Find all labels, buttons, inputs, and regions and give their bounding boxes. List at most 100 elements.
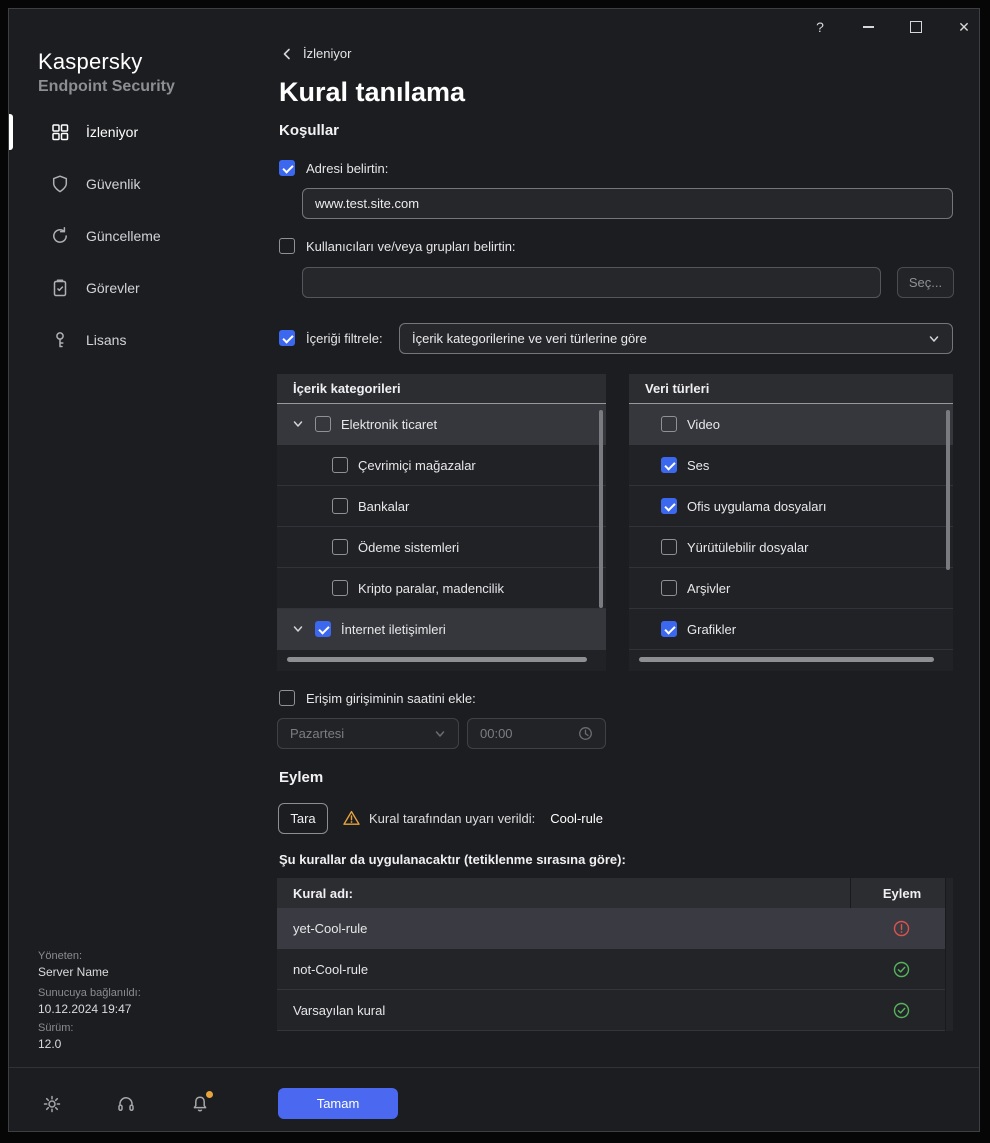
category-label: Çevrimiçi mağazalar	[358, 457, 476, 473]
rules-heading: Şu kurallar da uygulanacaktır (tetiklenm…	[279, 852, 626, 867]
filter-checkbox-row: İçeriği filtrele:	[279, 330, 383, 346]
filter-mode-dropdown[interactable]: İçerik kategorilerine ve veri türlerine …	[399, 323, 953, 354]
address-input[interactable]	[302, 188, 953, 219]
data-types-vertical-scrollbar[interactable]	[946, 410, 950, 570]
time-field[interactable]: 00:00	[467, 718, 606, 749]
dashboard-grid-icon	[52, 124, 69, 141]
datatype-row-video[interactable]: Video	[629, 404, 953, 445]
rule-row-varsayilan-kural[interactable]: Varsayılan kural	[277, 990, 953, 1031]
day-value: Pazartesi	[290, 726, 345, 741]
datatype-checkbox[interactable]	[661, 498, 677, 514]
users-checkbox[interactable]	[279, 238, 295, 254]
category-checkbox[interactable]	[332, 539, 348, 555]
category-row-kripto-paralar[interactable]: Kripto paralar, madencilik	[277, 568, 606, 609]
time-checkbox[interactable]	[279, 690, 295, 706]
expand-chevron-icon[interactable]	[291, 622, 305, 636]
breadcrumb[interactable]: İzleniyor	[281, 46, 351, 61]
support-button[interactable]	[115, 1093, 137, 1115]
category-label: Bankalar	[358, 498, 410, 514]
sidebar-item-label: Görevler	[86, 280, 140, 296]
datatype-checkbox[interactable]	[661, 416, 677, 432]
minimize-button[interactable]	[851, 13, 885, 41]
select-users-button[interactable]: Seç...	[897, 267, 954, 298]
tasks-icon	[53, 279, 67, 297]
brand-line2: Endpoint Security	[38, 78, 175, 95]
data-types-panel-header: Veri türleri	[629, 374, 953, 404]
users-label: Kullanıcıları ve/veya grupları belirtin:	[306, 238, 516, 254]
connected-label: Sunucuya bağlanıldı:	[38, 987, 141, 999]
category-row-cevrimici-magazalar[interactable]: Çevrimiçi mağazalar	[277, 445, 606, 486]
address-label: Adresi belirtin:	[306, 160, 389, 176]
maximize-button[interactable]	[899, 13, 933, 41]
version-label: Sürüm:	[38, 1022, 74, 1034]
datatype-checkbox[interactable]	[661, 621, 677, 637]
time-value: 00:00	[480, 726, 513, 741]
check-circle-icon	[893, 961, 910, 977]
categories-horizontal-scrollbar[interactable]	[287, 657, 587, 662]
users-input[interactable]	[302, 267, 881, 298]
key-icon	[56, 332, 64, 348]
category-checkbox[interactable]	[315, 621, 331, 637]
help-icon: ?	[816, 19, 824, 35]
address-checkbox[interactable]	[279, 160, 295, 176]
content-categories-panel: İçerik kategorileri Elektronik ticaret Ç…	[277, 374, 606, 671]
rule-name: not-Cool-rule	[293, 961, 369, 977]
scan-button[interactable]: Tara	[278, 803, 328, 834]
sidebar-item-guncelleme[interactable]: Güncelleme	[9, 216, 259, 256]
data-types-horizontal-scrollbar[interactable]	[639, 657, 934, 662]
sidebar-item-gorevler[interactable]: Görevler	[9, 268, 259, 308]
rule-row-not-cool-rule[interactable]: not-Cool-rule	[277, 949, 953, 990]
rules-table-scroll-gutter[interactable]	[945, 878, 953, 1031]
datatype-row-ofis-uygulama[interactable]: Ofis uygulama dosyaları	[629, 486, 953, 527]
gear-icon	[43, 1095, 61, 1113]
triggered-rule-name: Cool-rule	[550, 810, 603, 826]
datatype-label: Arşivler	[687, 580, 731, 596]
datatype-checkbox[interactable]	[661, 539, 677, 555]
category-label: Ödeme sistemleri	[358, 539, 460, 555]
datatype-row-arsivler[interactable]: Arşivler	[629, 568, 953, 609]
rule-row-yet-cool-rule[interactable]: yet-Cool-rule	[277, 908, 953, 949]
datatype-label: Grafikler	[687, 621, 737, 637]
action-heading: Eylem	[279, 769, 324, 786]
warning-circle-icon	[893, 920, 910, 936]
sidebar-item-label: İzleniyor	[86, 124, 139, 140]
server-name: Server Name	[38, 965, 109, 979]
category-row-elektronik-ticaret[interactable]: Elektronik ticaret	[277, 404, 606, 445]
rules-table: Kural adı: Eylem yet-Cool-rule not-Cool-…	[277, 878, 953, 1031]
ok-button[interactable]: Tamam	[278, 1088, 398, 1119]
sidebar-item-izleniyor[interactable]: İzleniyor	[9, 112, 259, 152]
datatype-label: Yürütülebilir dosyalar	[687, 539, 809, 555]
category-row-odeme-sistemleri[interactable]: Ödeme sistemleri	[277, 527, 606, 568]
chevron-down-icon	[435, 730, 445, 737]
help-button[interactable]: ?	[803, 13, 837, 41]
bottom-divider	[9, 1067, 979, 1068]
sidebar-item-lisans[interactable]: Lisans	[9, 320, 259, 360]
expand-chevron-icon[interactable]	[291, 417, 305, 431]
filter-label: İçeriği filtrele:	[306, 330, 383, 346]
category-label: Elektronik ticaret	[341, 416, 438, 432]
category-checkbox[interactable]	[315, 416, 331, 432]
refresh-icon	[53, 227, 67, 243]
sidebar-item-label: Lisans	[86, 332, 127, 348]
category-row-bankalar[interactable]: Bankalar	[277, 486, 606, 527]
sidebar-item-guvenlik[interactable]: Güvenlik	[9, 164, 259, 204]
datatype-row-yurutulebilir[interactable]: Yürütülebilir dosyalar	[629, 527, 953, 568]
datatype-checkbox[interactable]	[661, 580, 677, 596]
close-button[interactable]: ✕	[947, 13, 979, 41]
clock-icon	[579, 727, 592, 740]
settings-button[interactable]	[41, 1093, 63, 1115]
datatype-row-grafikler[interactable]: Grafikler	[629, 609, 953, 650]
rules-table-header: Kural adı: Eylem	[277, 878, 953, 908]
day-dropdown[interactable]: Pazartesi	[277, 718, 459, 749]
category-checkbox[interactable]	[332, 580, 348, 596]
filter-checkbox[interactable]	[279, 330, 295, 346]
notifications-button[interactable]	[189, 1091, 213, 1115]
categories-vertical-scrollbar[interactable]	[599, 410, 603, 608]
datatype-checkbox[interactable]	[661, 457, 677, 473]
sidebar-item-label: Güncelleme	[86, 228, 161, 244]
category-checkbox[interactable]	[332, 498, 348, 514]
datatype-row-ses[interactable]: Ses	[629, 445, 953, 486]
category-checkbox[interactable]	[332, 457, 348, 473]
category-row-internet-iletisimleri[interactable]: İnternet iletişimleri	[277, 609, 606, 650]
time-checkbox-row: Erişim girişiminin saatini ekle:	[279, 690, 476, 706]
